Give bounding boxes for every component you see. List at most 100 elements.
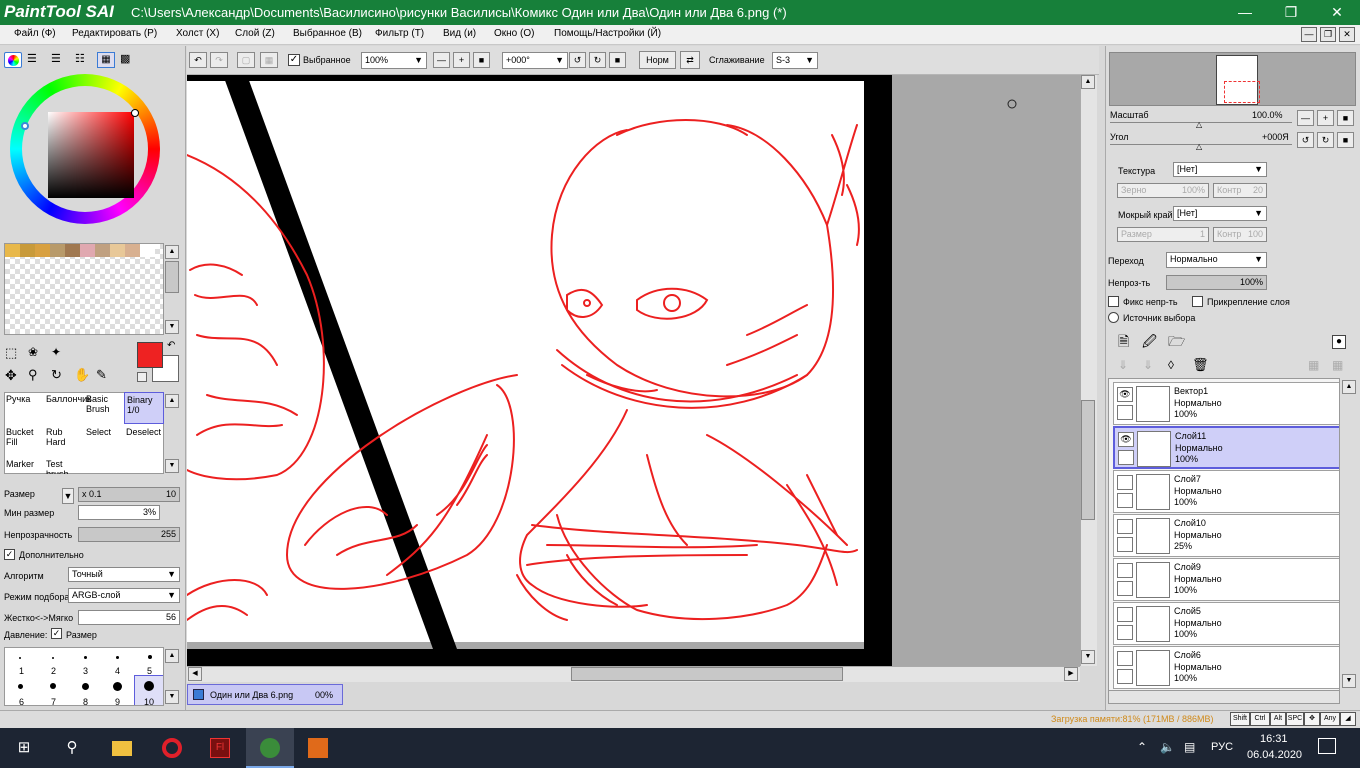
texture-select[interactable]: [Нет] ▼ — [1173, 162, 1267, 177]
blend-mode-select[interactable]: Нормально ▼ — [1166, 252, 1267, 268]
layer-lock-icon[interactable] — [1117, 537, 1133, 552]
vscroll-down[interactable]: ▼ — [1081, 650, 1095, 664]
brush-rub-hard[interactable]: Rub Hard — [44, 425, 84, 457]
scratchpad-icon[interactable]: ▩ — [120, 53, 136, 67]
clock-time[interactable]: 16:31 — [1260, 733, 1288, 745]
show-selection-checkbox[interactable]: ✓ — [288, 54, 300, 66]
default-colors-icon[interactable] — [137, 372, 147, 382]
layer-row[interactable]: Слой5 Нормально 100% — [1113, 602, 1339, 645]
layer-lock-icon[interactable] — [1117, 493, 1133, 508]
saturation-value-square[interactable] — [48, 112, 134, 198]
brush-airbrush[interactable]: Баллончик — [44, 392, 91, 424]
volume-icon[interactable]: 🔈 — [1160, 740, 1175, 754]
zoom-out-button[interactable]: — — [433, 52, 450, 68]
layer-row[interactable]: Слой6 Нормально 100% — [1113, 646, 1339, 689]
angle-select[interactable]: +000° ▼ — [502, 52, 568, 69]
swatch-scroll-thumb[interactable] — [165, 261, 179, 293]
opera-icon[interactable] — [148, 728, 196, 768]
nav-rotate-left-button[interactable]: ↺ — [1297, 132, 1314, 148]
hscroll-thumb[interactable] — [571, 667, 843, 681]
layer-lock-icon[interactable] — [1118, 450, 1134, 465]
grain-field[interactable]: Зерно 100% — [1117, 183, 1209, 198]
brush-basic[interactable]: Basic Brush — [84, 392, 124, 424]
navigator-preview[interactable] — [1109, 52, 1356, 106]
undo-icon[interactable]: ↶ — [189, 52, 207, 68]
layer-apply-icon[interactable]: ▦ — [1308, 357, 1324, 373]
mdi-close-button[interactable]: ✕ — [1339, 27, 1355, 42]
close-button[interactable]: ✕ — [1314, 0, 1360, 25]
wet-edge-select[interactable]: [Нет] ▼ — [1173, 206, 1267, 221]
nav-zoom-out-button[interactable]: — — [1297, 110, 1314, 126]
mdi-minimize-button[interactable]: — — [1301, 27, 1317, 42]
size-preset-2[interactable]: 2 — [51, 666, 56, 676]
network-icon[interactable]: ▤ — [1184, 740, 1195, 754]
scale-slider-handle[interactable]: △ — [1196, 120, 1202, 129]
visibility-eye-icon[interactable] — [1117, 563, 1133, 578]
brush-deselect[interactable]: Deselect — [124, 425, 164, 457]
size-mult-dropdown[interactable]: ▼ — [62, 488, 74, 504]
menu-help[interactable]: Помощь/Настройки (Й) — [554, 28, 661, 39]
size-preset-10[interactable]: 10 — [144, 697, 154, 705]
zoom-select[interactable]: 100% ▼ — [361, 52, 427, 69]
visibility-eye-icon[interactable] — [1117, 475, 1133, 490]
vscroll-thumb[interactable] — [1081, 400, 1095, 520]
eyedropper-icon[interactable]: ✎ — [96, 367, 116, 384]
hand-icon[interactable]: ✋ — [74, 367, 94, 384]
norm-button[interactable]: Норм — [639, 51, 676, 69]
redo-icon[interactable]: ↷ — [210, 52, 228, 68]
menu-edit[interactable]: Редактировать (Р) — [72, 28, 157, 39]
menu-window[interactable]: Окно (О) — [494, 28, 534, 39]
color-wheel-mode-icon[interactable] — [4, 52, 22, 68]
pressure-size-checkbox[interactable]: ✓ — [51, 628, 62, 639]
size-preset-3[interactable]: 3 — [83, 666, 88, 676]
visibility-eye-icon[interactable] — [1117, 607, 1133, 622]
menu-file[interactable]: Файл (Ф) — [14, 28, 56, 39]
brush-scroll-down[interactable]: ▼ — [165, 459, 179, 473]
wet-size-field[interactable]: Размер 1 — [1117, 227, 1209, 242]
layer-mask-icon[interactable]: ● — [1332, 335, 1346, 349]
clip-layer-checkbox[interactable] — [1192, 296, 1203, 307]
size-preset-9[interactable]: 9 — [115, 697, 120, 705]
menu-filter[interactable]: Фильтр (Т) — [375, 28, 424, 39]
smoothing-select[interactable]: S-3 ▼ — [772, 52, 818, 69]
fix-opacity-checkbox[interactable] — [1108, 296, 1119, 307]
menu-canvas[interactable]: Холст (Х) — [176, 28, 219, 39]
delete-layer-icon[interactable]: 🗑 — [1192, 357, 1209, 373]
brush-bucket[interactable]: Bucket Fill — [4, 425, 44, 457]
new-folder-icon[interactable]: 🗁 — [1168, 333, 1185, 349]
magic-wand-icon[interactable]: ✦ — [51, 345, 71, 362]
minimize-button[interactable]: — — [1222, 0, 1268, 25]
move-icon[interactable]: ✥ — [5, 367, 25, 384]
hue-marker[interactable] — [21, 122, 29, 130]
layer-opacity-slider[interactable]: 100% — [1166, 275, 1267, 290]
size-slider[interactable]: x 0.1 10 — [78, 487, 180, 502]
swatches-mode-icon[interactable]: ☷ — [75, 53, 91, 67]
notifications-icon[interactable] — [1318, 738, 1336, 754]
size-presets-scroll-down[interactable]: ▼ — [165, 690, 179, 704]
swatch-scroll-up[interactable]: ▲ — [165, 245, 179, 259]
mdi-restore-button[interactable]: ❐ — [1320, 27, 1336, 42]
new-layer-icon[interactable]: 🗎 — [1118, 333, 1134, 349]
brush-scroll-up[interactable]: ▲ — [165, 394, 179, 408]
primary-color[interactable] — [137, 342, 163, 368]
layers-scroll-up[interactable]: ▲ — [1342, 380, 1356, 394]
extra-checkbox[interactable]: ✓ — [4, 549, 15, 560]
invert-selection-icon[interactable]: ▦ — [260, 52, 278, 68]
hscroll-left[interactable]: ◀ — [188, 667, 202, 681]
menu-selection[interactable]: Выбранное (В) — [293, 28, 362, 39]
rotate-right-button[interactable]: ↻ — [589, 52, 606, 68]
zoom-reset-button[interactable]: ■ — [473, 52, 490, 68]
visibility-eye-icon[interactable] — [1117, 651, 1133, 666]
wet-contrast-field[interactable]: Контр 100 — [1213, 227, 1267, 242]
canvas-area[interactable] — [187, 75, 1080, 666]
menu-layer[interactable]: Слой (Z) — [235, 28, 275, 39]
nav-zoom-in-button[interactable]: + — [1317, 110, 1334, 126]
layer-row[interactable]: 👁 Слой11 Нормально 100% — [1113, 426, 1339, 469]
layer-merge-icon[interactable]: ▦ — [1332, 357, 1348, 373]
search-icon[interactable]: ⚲ — [48, 728, 96, 768]
transfer-down-icon[interactable]: ⇓ — [1118, 357, 1134, 373]
brush-size-presets[interactable]: 1 2 3 4 5 6 7 8 9 10 — [4, 647, 164, 706]
layer-lock-icon[interactable] — [1117, 669, 1133, 684]
file-explorer-icon[interactable] — [98, 728, 146, 768]
rect-select-icon[interactable]: ⬚ — [5, 345, 25, 362]
